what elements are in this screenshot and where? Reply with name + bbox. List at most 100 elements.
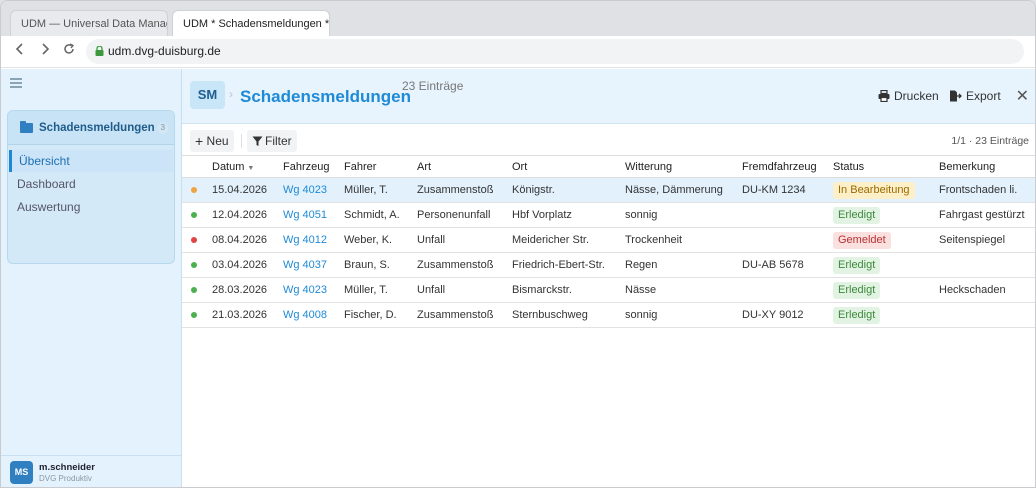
status-dot-icon	[191, 187, 197, 193]
column-header-art[interactable]: Art	[417, 155, 512, 178]
cell-ort: Hbf Vorplatz	[512, 202, 625, 228]
status-dot-icon	[191, 212, 197, 218]
cell-witterung: Nässe, Dämmerung	[625, 177, 742, 203]
cell-status: Erledigt	[833, 277, 939, 303]
column-header-bemerkung[interactable]: Bemerkung	[939, 155, 1035, 178]
new-button[interactable]: + Neu	[190, 130, 234, 152]
cell-fremdfahrzeug	[742, 227, 833, 253]
export-label: Export	[966, 89, 1001, 103]
divider	[241, 134, 242, 148]
cell-fahrer: Weber, K.	[344, 227, 417, 253]
cell-witterung: sonnig	[625, 202, 742, 228]
user-panel[interactable]: MS m.schneider DVG Produktiv	[1, 455, 181, 487]
status-dot	[182, 202, 212, 228]
browser-tab-schadensmeldungen[interactable]: UDM * Schadensmeldungen * dv	[172, 10, 330, 37]
pager-info: 1/1 · 23 Einträge	[951, 135, 1029, 147]
column-header-fremdfahrzeug[interactable]: Fremdfahrzeug	[742, 155, 833, 178]
url-text: udm.dvg-duisburg.de	[108, 44, 221, 58]
cell-fahrzeug[interactable]: Wg 4023	[283, 177, 344, 203]
cell-witterung: Regen	[625, 252, 742, 278]
cell-bemerkung: Seitenspiegel	[939, 227, 1035, 253]
cell-art: Personenunfall	[417, 202, 512, 228]
cell-ort: Friedrich-Ebert-Str.	[512, 252, 625, 278]
browser-tab-udm[interactable]: UDM — Universal Data Manag...	[10, 10, 168, 37]
funnel-icon	[252, 136, 263, 146]
damage-reports-table: Datum ▼ Fahrzeug Fahrer Art Ort Witterung…	[182, 155, 1035, 328]
cell-bemerkung: Heckschaden	[939, 277, 1035, 303]
column-header-fahrzeug[interactable]: Fahrzeug	[283, 155, 344, 178]
cell-ort: Meidericher Str.	[512, 227, 625, 253]
forward-icon[interactable]	[36, 42, 54, 60]
new-label: Neu	[206, 134, 229, 148]
cell-fahrzeug[interactable]: Wg 4012	[283, 227, 344, 253]
sidebar-section-count: 3	[157, 122, 168, 134]
menu-icon[interactable]	[10, 78, 22, 88]
avatar: MS	[10, 461, 33, 484]
cell-bemerkung: Fahrgast gestürzt	[939, 202, 1035, 228]
status-badge: Gemeldet	[833, 231, 891, 249]
cell-witterung: sonnig	[625, 302, 742, 328]
column-header-datum[interactable]: Datum ▼	[212, 155, 283, 178]
sidebar-section: Schadensmeldungen 3 Übersicht Dashboard …	[7, 110, 175, 264]
cell-art: Unfall	[417, 277, 512, 303]
cell-fahrzeug[interactable]: Wg 4037	[283, 252, 344, 278]
cell-datum: 15.04.2026	[212, 177, 283, 203]
cell-datum: 28.03.2026	[212, 277, 283, 303]
cell-fremdfahrzeug	[742, 277, 833, 303]
cell-datum: 21.03.2026	[212, 302, 283, 328]
column-header-ort[interactable]: Ort	[512, 155, 625, 178]
cell-status: In Bearbeitung	[833, 177, 939, 203]
cell-fahrzeug[interactable]: Wg 4008	[283, 302, 344, 328]
table-row[interactable]: 12.04.2026 Wg 4051 Schmidt, A. Personenunfa…	[182, 202, 1035, 228]
sidebar-item-dashboard[interactable]: Dashboard	[9, 173, 173, 195]
sidebar-item-uebersicht[interactable]: Übersicht	[9, 150, 173, 172]
cell-art: Zusammenstoß	[417, 177, 512, 203]
back-icon[interactable]	[11, 42, 29, 60]
status-dot-icon	[191, 262, 197, 268]
cell-fremdfahrzeug: DU-KM 1234	[742, 177, 833, 203]
filter-button[interactable]: Filter	[247, 130, 297, 152]
reload-icon[interactable]	[60, 42, 78, 60]
cell-status: Gemeldet	[833, 227, 939, 253]
plus-icon: +	[195, 133, 204, 149]
print-button[interactable]: Drucken	[878, 88, 939, 104]
cell-fahrer: Fischer, D.	[344, 302, 417, 328]
printer-icon	[878, 90, 890, 102]
filter-label: Filter	[265, 134, 292, 148]
table-row[interactable]: 03.04.2026 Wg 4037 Braun, S. Zusammenstoß Fr…	[182, 252, 1035, 278]
status-badge: Erledigt	[833, 281, 881, 299]
table-row[interactable]: 15.04.2026 Wg 4023 Müller, T. Zusammenstoß K…	[182, 177, 1035, 203]
column-header-status[interactable]: Status	[833, 155, 939, 178]
cell-fahrer: Müller, T.	[344, 277, 417, 303]
sidebar-section-title: Schadensmeldungen	[39, 122, 155, 134]
status-dot-icon	[191, 237, 197, 243]
close-icon[interactable]: ✕	[1016, 86, 1029, 106]
cell-fahrzeug[interactable]: Wg 4023	[283, 277, 344, 303]
sidebar-section-header[interactable]: Schadensmeldungen 3	[8, 111, 174, 145]
cell-art: Zusammenstoß	[417, 252, 512, 278]
cell-fremdfahrzeug: DU-XY 9012	[742, 302, 833, 328]
export-button[interactable]: Export	[949, 88, 1001, 104]
address-bar[interactable]: udm.dvg-duisburg.de	[86, 39, 1024, 64]
cell-bemerkung: Frontschaden li.	[939, 177, 1035, 203]
table-row[interactable]: 08.04.2026 Wg 4012 Weber, K. Unfall Meideric…	[182, 227, 1035, 253]
status-dot	[182, 302, 212, 328]
column-header-fahrer[interactable]: Fahrer	[344, 155, 417, 178]
status-dot	[182, 177, 212, 203]
table-row[interactable]: 28.03.2026 Wg 4023 Müller, T. Unfall Bismarc…	[182, 277, 1035, 303]
sidebar-item-auswertung[interactable]: Auswertung	[9, 196, 173, 218]
status-badge: Erledigt	[833, 206, 881, 224]
cell-datum: 03.04.2026	[212, 252, 283, 278]
table-row[interactable]: 21.03.2026 Wg 4008 Fischer, D. Zusammenstoß…	[182, 302, 1035, 328]
main-content: SM › Schadensmeldungen 23 Einträge Druck…	[182, 69, 1035, 487]
cell-witterung: Nässe	[625, 277, 742, 303]
status-dot-icon	[191, 312, 197, 318]
column-header-witterung[interactable]: Witterung	[625, 155, 742, 178]
status-dot	[182, 252, 212, 278]
status-dot-icon	[191, 287, 197, 293]
cell-bemerkung	[939, 252, 1035, 278]
status-badge: In Bearbeitung	[833, 181, 915, 199]
cell-fahrzeug[interactable]: Wg 4051	[283, 202, 344, 228]
browser-window: UDM — Universal Data Manag... UDM * Scha…	[0, 0, 1036, 488]
cell-ort: Bismarckstr.	[512, 277, 625, 303]
